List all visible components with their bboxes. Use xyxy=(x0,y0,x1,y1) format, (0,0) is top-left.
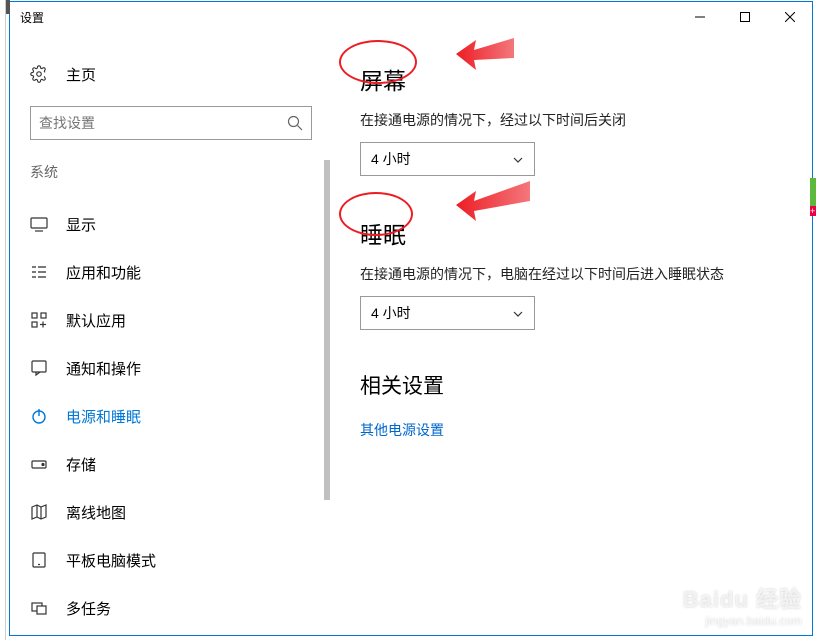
content-area: 主页 系统 显示 应用和功能 默认 xyxy=(10,32,812,635)
related-settings-title: 相关设置 xyxy=(360,370,782,400)
tablet-icon xyxy=(30,551,48,569)
storage-icon xyxy=(30,455,48,473)
dropdown-value: 4 小时 xyxy=(371,149,512,169)
screen-section-desc: 在接通电源的情况下，经过以下时间后关闭 xyxy=(360,110,782,130)
sidebar-item-multitasking[interactable]: 多任务 xyxy=(10,584,330,632)
titlebar: 设置 xyxy=(10,2,812,32)
right-edge-plus: + xyxy=(810,206,816,216)
window-controls xyxy=(677,2,812,32)
search-input[interactable] xyxy=(30,106,312,140)
apps-icon xyxy=(30,263,48,281)
search-field[interactable] xyxy=(39,115,287,131)
sidebar-item-storage[interactable]: 存储 xyxy=(10,440,330,488)
close-button[interactable] xyxy=(767,2,812,32)
sleep-timeout-dropdown[interactable]: 4 小时 xyxy=(360,296,535,330)
sidebar-item-label: 存储 xyxy=(66,454,96,475)
sidebar-item-label: 显示 xyxy=(66,214,96,235)
sidebar-item-label: 电源和睡眠 xyxy=(66,406,141,427)
window-title: 设置 xyxy=(20,9,677,26)
multitasking-icon xyxy=(30,599,48,617)
sidebar-item-label: 默认应用 xyxy=(66,310,126,331)
sidebar-item-default-apps[interactable]: 默认应用 xyxy=(10,296,330,344)
settings-window: 设置 主页 xyxy=(9,1,813,636)
sidebar-item-notifications[interactable]: 通知和操作 xyxy=(10,344,330,392)
sidebar-section-label: 系统 xyxy=(30,162,330,182)
main-panel: 屏幕 在接通电源的情况下，经过以下时间后关闭 4 小时 睡眠 在接通电源的情况下… xyxy=(330,32,812,635)
home-label: 主页 xyxy=(66,64,96,85)
map-icon xyxy=(30,503,48,521)
sidebar-item-label: 应用和功能 xyxy=(66,262,141,283)
search-icon xyxy=(287,115,303,131)
home-button[interactable]: 主页 xyxy=(30,50,330,98)
power-icon xyxy=(30,407,48,425)
dropdown-value: 4 小时 xyxy=(371,303,512,323)
sidebar-item-display[interactable]: 显示 xyxy=(10,200,330,248)
screen-timeout-dropdown[interactable]: 4 小时 xyxy=(360,142,535,176)
maximize-button[interactable] xyxy=(722,2,767,32)
sidebar-item-power-sleep[interactable]: 电源和睡眠 xyxy=(10,392,330,440)
sleep-section-desc: 在接通电源的情况下，电脑在经过以下时间后进入睡眠状态 xyxy=(360,264,782,284)
sidebar-item-label: 平板电脑模式 xyxy=(66,550,156,571)
sidebar-item-tablet-mode[interactable]: 平板电脑模式 xyxy=(10,536,330,584)
notifications-icon xyxy=(30,359,48,377)
sleep-section-title: 睡眠 xyxy=(360,216,782,250)
sidebar-item-label: 通知和操作 xyxy=(66,358,141,379)
other-power-settings-link[interactable]: 其他电源设置 xyxy=(360,420,782,440)
gear-icon xyxy=(30,65,48,83)
nav-list: 显示 应用和功能 默认应用 通知和操作 电源和睡眠 xyxy=(30,200,330,632)
sidebar-item-label: 离线地图 xyxy=(66,502,126,523)
screen-section-title: 屏幕 xyxy=(360,62,782,96)
chevron-down-icon xyxy=(512,307,524,319)
scrollbar-thumb[interactable] xyxy=(324,160,330,500)
minimize-button[interactable] xyxy=(677,2,722,32)
sidebar-item-apps[interactable]: 应用和功能 xyxy=(10,248,330,296)
sidebar-item-offline-maps[interactable]: 离线地图 xyxy=(10,488,330,536)
outer-left-edge xyxy=(0,0,6,640)
outer-top-tab xyxy=(6,0,10,14)
default-apps-icon xyxy=(30,311,48,329)
display-icon xyxy=(30,215,48,233)
chevron-down-icon xyxy=(512,153,524,165)
sidebar-item-label: 多任务 xyxy=(66,598,111,619)
sidebar: 主页 系统 显示 应用和功能 默认 xyxy=(10,32,330,635)
right-edge-decoration xyxy=(810,178,816,208)
